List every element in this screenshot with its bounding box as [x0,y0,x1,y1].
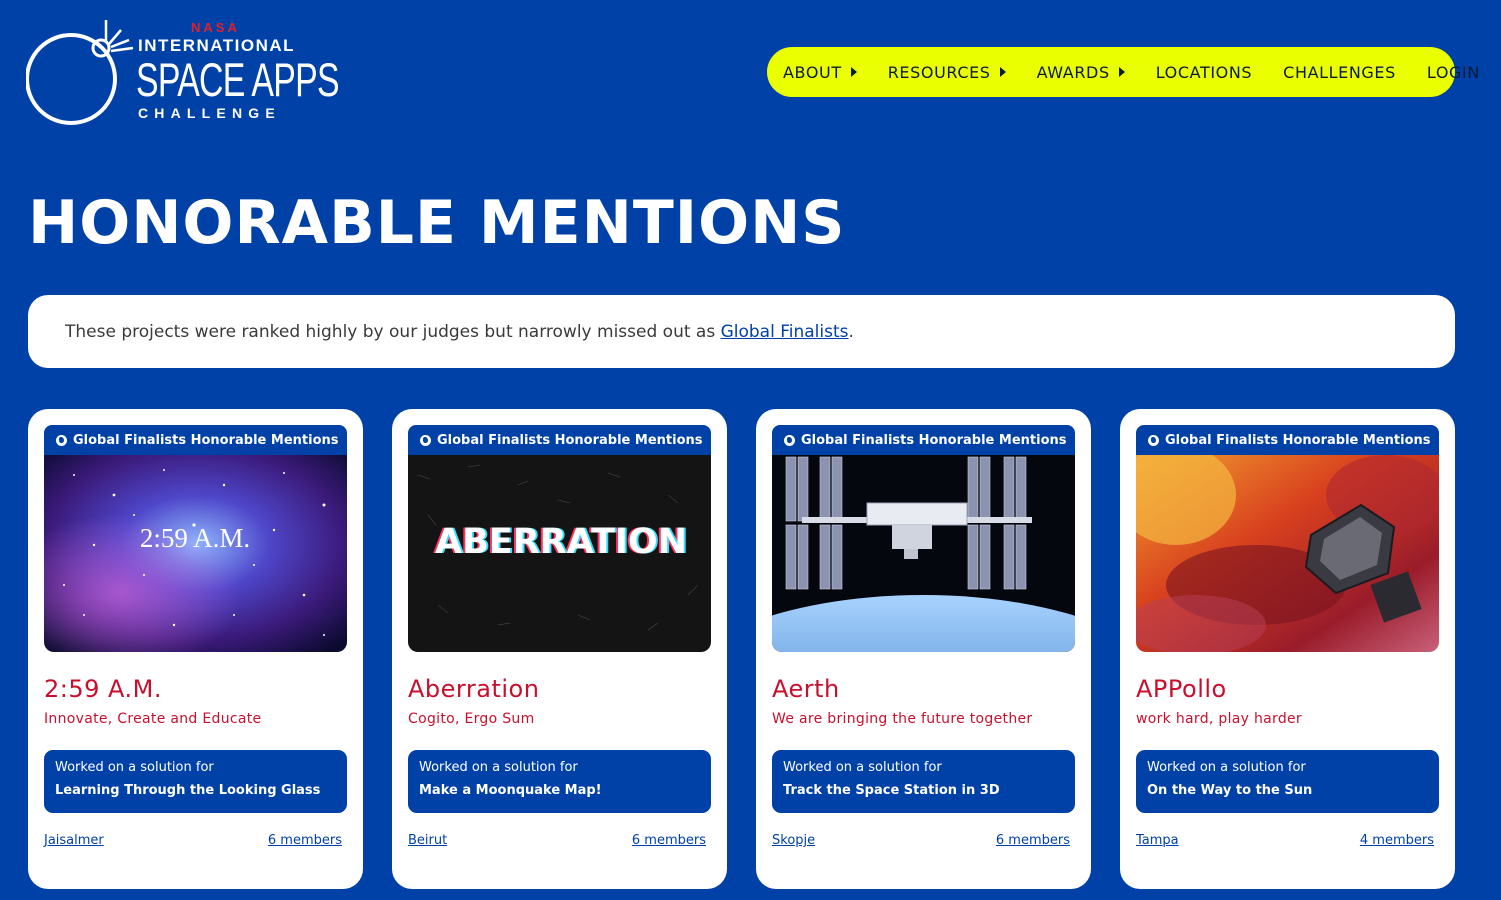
caret-right-icon [850,67,857,77]
nav-awards[interactable]: AWARDS [1037,63,1125,82]
nav-locations-label: LOCATIONS [1155,62,1253,82]
space-apps-logo[interactable]: NASA INTERNATIONAL SPACE APPS CHALLENGE [26,18,340,128]
card-image[interactable] [772,455,1075,652]
globe-icon [784,434,795,446]
challenge-name: Track the Space Station in 3D [783,783,1000,798]
nav-about-label: ABOUT [783,62,842,82]
challenge-name: Make a Moonquake Map! [419,783,602,798]
main-nav: ABOUT RESOURCES AWARDS LOCATIONS CHALLEN… [767,47,1479,97]
intro-text: These projects were ranked highly by our… [65,322,854,342]
galaxy-image: 2:59 A.M. [44,455,347,652]
challenge-name: Learning Through the Looking Glass [55,783,321,798]
nav-locations[interactable]: LOCATIONS [1156,63,1252,82]
card-image[interactable]: 2:59 A.M. [44,455,347,652]
card-title[interactable]: Aberration [408,675,539,703]
card-tagline: work hard, play harder [1136,711,1302,727]
page-title: HONORABLE MENTIONS [28,188,846,258]
global-finalists-link[interactable]: Global Finalists [721,322,849,342]
card-image[interactable] [1136,455,1439,652]
space-station-image [772,455,1075,652]
card-badge: Global Finalists Honorable Mentions [44,425,347,455]
nav-awards-label: AWARDS [1036,62,1110,82]
nav-challenges[interactable]: CHALLENGES [1283,63,1396,82]
card-image-text: ABERRATION [435,522,687,562]
challenge-box[interactable]: Worked on a solution for Track the Space… [772,750,1075,813]
card-tagline: Cogito, Ergo Sum [408,711,535,727]
card-badge-label: Global Finalists Honorable Mentions [801,432,1067,448]
card-members-link[interactable]: 6 members [996,833,1070,848]
caret-right-icon [999,67,1006,77]
intro-box: These projects were ranked highly by our… [28,295,1455,368]
challenge-name: On the Way to the Sun [1147,783,1313,798]
planet-icon [26,20,134,125]
card-location-link[interactable]: Beirut [408,833,447,848]
project-cards: Global Finalists Honorable Mentions 2:59… [28,409,1455,889]
card-badge: Global Finalists Honorable Mentions [1136,425,1439,455]
nav-login-label: LOGIN [1426,62,1480,82]
challenge-box[interactable]: Worked on a solution for On the Way to t… [1136,750,1439,813]
challenge-box[interactable]: Worked on a solution for Learning Throug… [44,750,347,813]
card-image-text: 2:59 A.M. [140,523,250,553]
challenge-prefix: Worked on a solution for [783,760,942,775]
nav-resources[interactable]: RESOURCES [888,63,1006,82]
nav-challenges-label: CHALLENGES [1283,62,1396,82]
logo-line3: CHALLENGE [138,105,281,121]
logo-nasa-text: NASA [191,20,240,35]
project-card[interactable]: Global Finalists Honorable Mentions ABER… [392,409,727,889]
nav-login[interactable]: LOGIN [1427,63,1480,82]
solar-probe-painting [1136,455,1439,652]
caret-right-icon [1118,67,1125,77]
card-location-link[interactable]: Tampa [1136,833,1179,848]
card-badge-label: Global Finalists Honorable Mentions [1165,432,1431,448]
card-title[interactable]: 2:59 A.M. [44,675,162,703]
project-card[interactable]: Global Finalists Honorable Mentions [756,409,1091,889]
card-members-link[interactable]: 6 members [268,833,342,848]
globe-icon [1148,434,1159,446]
globe-icon [420,434,431,446]
nav-resources-label: RESOURCES [887,62,991,82]
aberration-image: ABERRATION ABERRATION ABERRATION [408,455,711,652]
card-members-link[interactable]: 6 members [632,833,706,848]
intro-text-end: . [848,321,854,342]
card-badge: Global Finalists Honorable Mentions [772,425,1075,455]
card-members-link[interactable]: 4 members [1360,833,1434,848]
challenge-box[interactable]: Worked on a solution for Make a Moonquak… [408,750,711,813]
card-image[interactable]: ABERRATION ABERRATION ABERRATION [408,455,711,652]
challenge-prefix: Worked on a solution for [419,760,578,775]
project-card[interactable]: Global Finalists Honorable Mentions [28,409,363,889]
card-location-link[interactable]: Jaisalmer [44,833,104,848]
challenge-prefix: Worked on a solution for [1147,760,1306,775]
card-badge-label: Global Finalists Honorable Mentions [73,432,339,448]
globe-icon [56,434,67,446]
card-location-link[interactable]: Skopje [772,833,815,848]
card-badge-label: Global Finalists Honorable Mentions [437,432,703,448]
card-title[interactable]: APPollo [1136,675,1227,703]
card-tagline: We are bringing the future together [772,711,1033,727]
challenge-prefix: Worked on a solution for [55,760,214,775]
card-tagline: Innovate, Create and Educate [44,711,262,727]
project-card[interactable]: Global Finalists Honorable Mentions [1120,409,1455,889]
logo-line2: SPACE APPS [136,53,340,106]
intro-text-body: These projects were ranked highly by our… [65,321,721,342]
card-badge: Global Finalists Honorable Mentions [408,425,711,455]
card-title[interactable]: Aerth [772,675,840,703]
nav-about[interactable]: ABOUT [783,63,857,82]
